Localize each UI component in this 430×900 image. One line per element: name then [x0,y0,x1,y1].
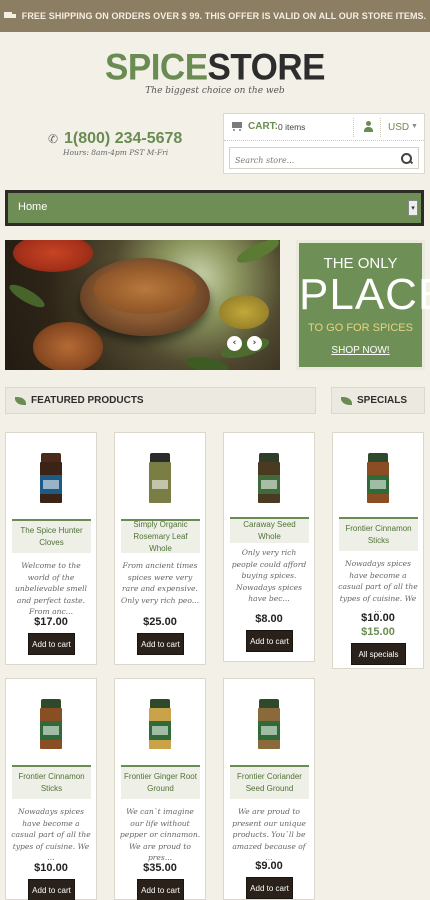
product-price: $10.00 [34,862,68,874]
add-to-cart-button[interactable]: Add to cart [137,633,184,655]
product-image[interactable] [115,679,205,765]
spice-jar-image [367,453,389,503]
shipping-text: FREE SHIPPING ON ORDERS OVER $ 99. THIS … [21,11,427,21]
shop-now-link[interactable]: SHOP NOW! [299,345,422,356]
search-input[interactable] [230,150,390,171]
spice-jar-image [149,453,171,503]
leaf-icon [341,397,352,405]
regular-price: $10.00 [361,612,395,624]
product-card: Simply Organic Rosemary Leaf Whole From … [114,432,206,665]
product-description: From ancient times spices were very rare… [120,561,200,605]
store-hours: Hours: 8am-4pm PST M-Fri [63,148,169,157]
product-image[interactable] [6,679,96,765]
cart-label[interactable]: CART: [248,121,278,132]
hero-slider[interactable]: ‹ › [5,240,280,370]
product-image[interactable] [6,433,96,519]
divider [380,118,381,137]
slider-next-button[interactable]: › [247,336,262,351]
product-title[interactable]: Frontier Coriander Seed Ground [230,771,309,795]
divider [353,118,354,137]
featured-header: FEATURED PRODUCTS [5,387,316,414]
leaf-icon [15,397,26,405]
add-to-cart-button[interactable]: Add to cart [246,877,293,899]
chevron-down-icon[interactable]: ▼ [411,123,418,130]
product-price: $8.00 [255,613,283,625]
main-nav: Home ▾ [5,190,424,226]
add-to-cart-button[interactable]: Add to cart [246,630,293,652]
search-icon[interactable] [401,153,412,164]
product-image[interactable] [224,433,314,519]
logo-part1: SPICE [105,47,208,88]
select-arrows-icon[interactable]: ▾ [408,200,418,216]
promo-banner[interactable]: THE ONLY PLACE TO GO FOR SPICES SHOP NOW… [296,240,430,370]
spice-jar-image [258,453,280,503]
product-card: Frontier Cinnamon Sticks Nowadays spices… [5,678,97,900]
product-price: $17.00 [34,616,68,628]
product-price: $9.00 [255,860,283,872]
nav-select[interactable]: Home ▾ [8,193,421,223]
cart-row: CART: 0 items USD ▼ [224,114,424,141]
product-title[interactable]: Simply Organic Rosemary Leaf Whole [121,519,200,555]
product-image[interactable] [224,679,314,765]
search-box [229,147,419,171]
product-title[interactable]: Frontier Cinnamon Sticks [339,523,418,547]
special-card: Frontier Cinnamon Sticks Nowadays spices… [332,432,424,669]
cart-icon[interactable] [230,121,244,132]
phone-number: 1(800) 234-5678 [64,130,183,147]
product-title[interactable]: Frontier Ginger Root Ground [121,771,200,795]
product-description: Nowadays spices have become a casual par… [338,559,418,614]
specials-header: SPECIALS [331,387,425,414]
product-card: Caraway Seed Whole Only very rich people… [223,432,315,662]
product-description: We can`t imagine our life without pepper… [119,807,201,862]
product-card: The Spice Hunter Cloves Welcome to the w… [5,432,97,665]
product-description: Welcome to the world of the unbelievable… [15,561,87,616]
phone-icon: ✆ [48,132,59,146]
specials-title: SPECIALS [357,395,408,406]
special-price: $15.00 [361,626,395,638]
product-image[interactable] [115,433,205,519]
logo-part2: STORE [207,47,326,88]
product-description: We are proud to present our unique produ… [232,807,306,862]
slider-prev-button[interactable]: ‹ [227,336,242,351]
product-card: Frontier Ginger Root Ground We can`t ima… [114,678,206,900]
add-to-cart-button[interactable]: Add to cart [28,633,75,655]
truck-icon [3,11,17,21]
store-logo[interactable]: SPICESTORE [0,47,430,89]
featured-title: FEATURED PRODUCTS [31,395,144,406]
nav-selected: Home [18,201,48,213]
product-price: $25.00 [143,616,177,628]
cart-box: CART: 0 items USD ▼ [223,113,425,174]
spice-jar-image [149,699,171,749]
promo-line2: PLACE [299,270,430,319]
currency-select[interactable]: USD [388,122,409,133]
promo-line3: TO GO FOR SPICES [308,322,413,334]
product-description: Nowadays spices have become a casual par… [11,807,91,862]
hero-image [13,240,93,272]
spice-jar-image [40,699,62,749]
add-to-cart-button[interactable]: Add to cart [28,879,75,900]
spice-jar-image [258,699,280,749]
all-specials-button[interactable]: All specials [351,643,406,665]
shipping-banner: FREE SHIPPING ON ORDERS OVER $ 99. THIS … [0,0,430,32]
product-image[interactable] [333,433,423,519]
product-description: Only very rich people could afford buyin… [231,548,307,603]
product-title[interactable]: Caraway Seed Whole [230,519,309,543]
product-title[interactable]: Frontier Cinnamon Sticks [12,771,91,795]
add-to-cart-button[interactable]: Add to cart [137,879,184,900]
product-card: Frontier Coriander Seed Ground We are pr… [223,678,315,900]
cart-count[interactable]: 0 items [278,122,305,132]
product-price: $35.00 [143,862,177,874]
tagline: The biggest choice on the web [145,86,285,96]
spice-jar-image [40,453,62,503]
user-icon[interactable] [363,121,373,133]
product-title[interactable]: The Spice Hunter Cloves [12,525,91,549]
